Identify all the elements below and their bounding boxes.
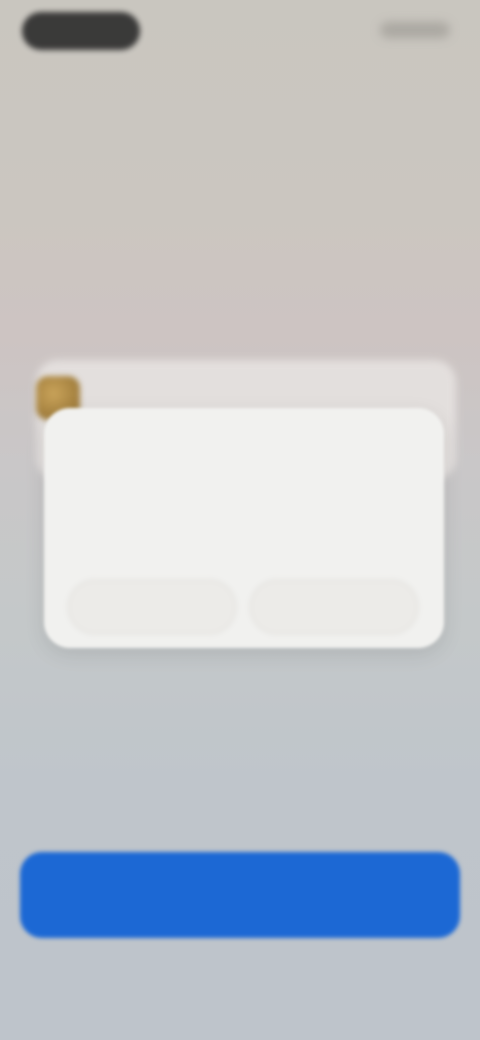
primary-continue-button[interactable] — [20, 852, 460, 938]
notification-left-button[interactable] — [68, 580, 236, 634]
status-time-pill — [22, 12, 140, 50]
status-bar — [0, 0, 480, 64]
notification-preview — [36, 360, 456, 660]
notification-right-button[interactable] — [250, 580, 418, 634]
status-indicators — [380, 22, 450, 38]
notification-card — [44, 408, 444, 648]
